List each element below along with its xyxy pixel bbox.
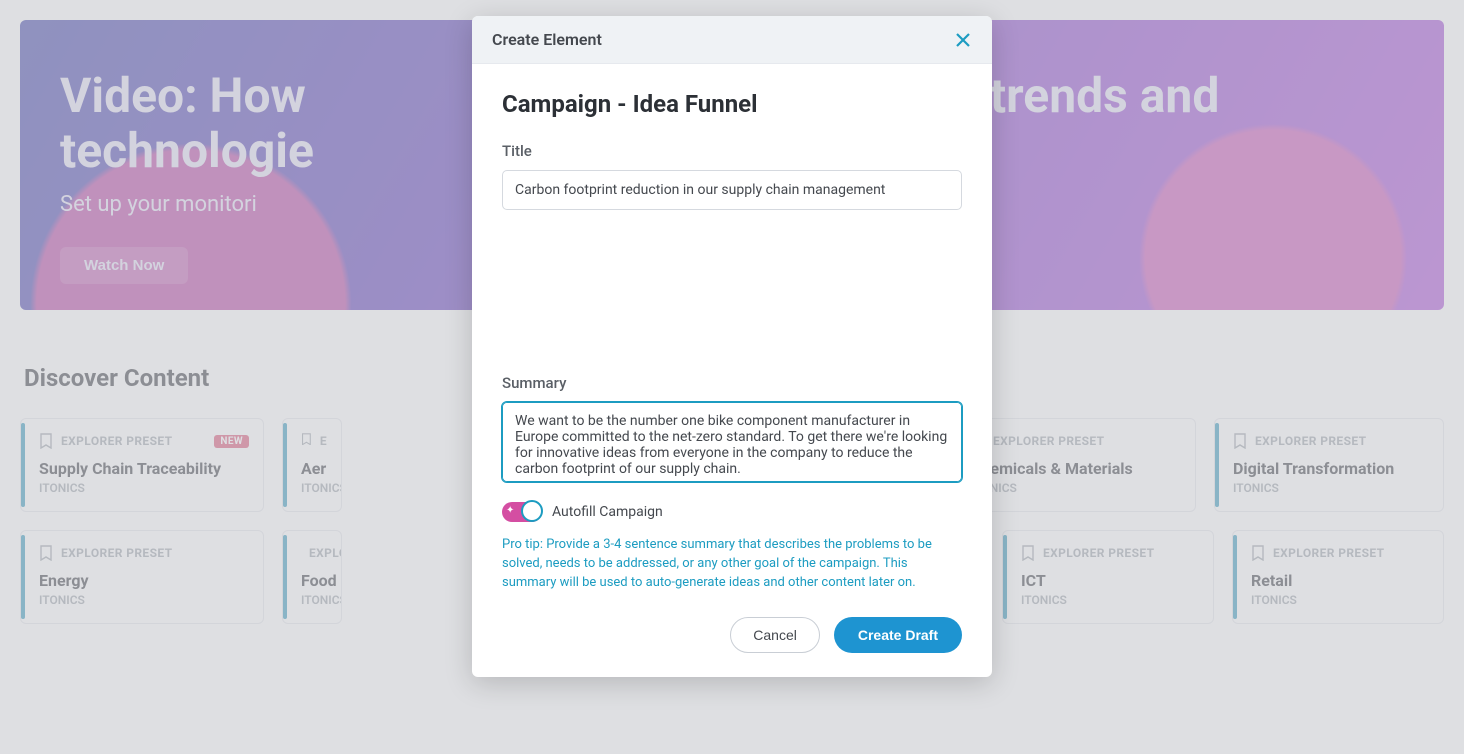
modal-footer: Cancel Create Draft xyxy=(502,617,962,653)
autofill-row: ✦ Autofill Campaign xyxy=(502,502,962,522)
modal-title: Campaign - Idea Funnel xyxy=(502,90,962,118)
modal-body: Campaign - Idea Funnel Title Summary ✦ A… xyxy=(472,64,992,677)
modal-header-title: Create Element xyxy=(492,30,602,49)
modal-header: Create Element xyxy=(472,16,992,64)
create-draft-button[interactable]: Create Draft xyxy=(834,617,962,653)
create-element-modal: Create Element Campaign - Idea Funnel Ti… xyxy=(472,16,992,677)
title-input[interactable] xyxy=(502,170,962,210)
autofill-label: Autofill Campaign xyxy=(552,504,663,520)
close-icon[interactable] xyxy=(954,31,972,49)
protip-text: Pro tip: Provide a 3-4 sentence summary … xyxy=(502,536,962,593)
autofill-toggle[interactable]: ✦ xyxy=(502,502,542,522)
title-field-label: Title xyxy=(502,142,962,160)
sparkle-icon: ✦ xyxy=(506,505,514,516)
summary-field-label: Summary xyxy=(502,374,962,392)
cancel-button[interactable]: Cancel xyxy=(730,617,820,653)
summary-textarea[interactable] xyxy=(502,402,962,482)
